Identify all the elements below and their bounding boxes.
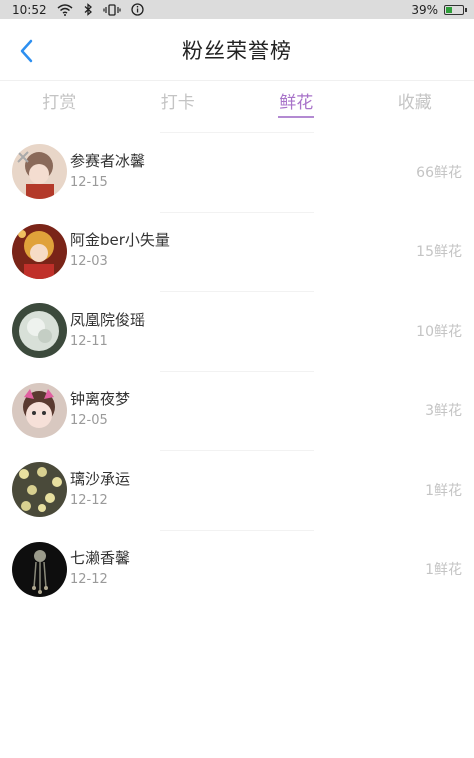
tab-bar: 打赏 打卡 鲜花 收藏 bbox=[0, 82, 474, 120]
battery-icon bbox=[444, 4, 467, 15]
divider bbox=[160, 529, 314, 531]
list-item[interactable]: 璃沙承运 12-12 1鲜花 bbox=[0, 450, 474, 530]
flower-count: 66鲜花 bbox=[416, 164, 462, 181]
flower-count: 10鲜花 bbox=[416, 323, 462, 340]
battery-percent: 39% bbox=[411, 2, 438, 17]
list-item[interactable]: 参赛者冰馨 12-15 66鲜花 bbox=[0, 132, 474, 212]
avatar bbox=[12, 303, 67, 359]
fan-date: 12-15 bbox=[70, 174, 108, 190]
back-button[interactable] bbox=[12, 37, 40, 65]
active-tab-indicator bbox=[278, 116, 315, 118]
avatar bbox=[12, 144, 67, 200]
divider bbox=[160, 291, 314, 292]
avatar bbox=[12, 382, 67, 438]
flower-count: 15鲜花 bbox=[416, 244, 462, 261]
tab-label: 收藏 bbox=[397, 93, 432, 113]
avatar bbox=[12, 223, 67, 279]
tab-label: 鲜花 bbox=[279, 93, 314, 113]
divider bbox=[160, 132, 314, 133]
flower-count: 1鲜花 bbox=[425, 562, 462, 579]
status-bar: 10:52 39% bbox=[0, 0, 474, 19]
tab-checkin[interactable]: 打卡 bbox=[119, 82, 238, 120]
avatar bbox=[12, 462, 67, 518]
list-item[interactable]: 七濑香馨 12-12 1鲜花 bbox=[0, 529, 474, 610]
fan-date: 12-11 bbox=[70, 333, 108, 349]
list-item[interactable]: 钟离夜梦 12-05 3鲜花 bbox=[0, 370, 474, 451]
fan-date: 12-03 bbox=[70, 254, 108, 270]
list-item[interactable]: 阿金ber小失量 12-03 15鲜花 bbox=[0, 211, 474, 292]
bluetooth-icon bbox=[83, 3, 93, 16]
back-arrow-icon bbox=[20, 39, 33, 63]
fan-name: 凤凰院俊瑶 bbox=[70, 310, 146, 329]
tab-label: 打卡 bbox=[160, 93, 195, 113]
fan-name: 参赛者冰馨 bbox=[70, 151, 146, 170]
vibrate-icon bbox=[102, 3, 121, 16]
fan-name: 璃沙承运 bbox=[70, 469, 131, 488]
fan-date: 12-05 bbox=[70, 413, 108, 429]
clock: 10:52 bbox=[12, 2, 47, 17]
avatar bbox=[12, 541, 67, 597]
fan-date: 12-12 bbox=[70, 572, 108, 588]
tab-reward[interactable]: 打赏 bbox=[0, 82, 119, 120]
fan-ranking-list: 参赛者冰馨 12-15 66鲜花 阿金ber小失量 12-03 15鲜花 凤凰院… bbox=[0, 132, 474, 609]
tab-favorites[interactable]: 收藏 bbox=[356, 82, 474, 120]
page-title: 粉丝荣誉榜 bbox=[182, 38, 292, 63]
flower-count: 1鲜花 bbox=[425, 482, 462, 499]
divider bbox=[160, 450, 314, 451]
info-icon bbox=[130, 3, 144, 16]
list-item[interactable]: 凤凰院俊瑶 12-11 10鲜花 bbox=[0, 291, 474, 371]
tab-label: 打赏 bbox=[42, 93, 77, 113]
divider bbox=[160, 370, 314, 372]
tab-flowers[interactable]: 鲜花 bbox=[237, 82, 356, 120]
divider bbox=[160, 211, 314, 213]
fan-name: 阿金ber小失量 bbox=[70, 231, 170, 250]
fan-name: 七濑香馨 bbox=[70, 549, 131, 568]
battery-level bbox=[446, 6, 452, 13]
wifi-icon bbox=[57, 3, 73, 16]
flower-count: 3鲜花 bbox=[425, 403, 462, 420]
fan-name: 钟离夜梦 bbox=[70, 390, 131, 409]
nav-bar: 粉丝荣誉榜 bbox=[0, 19, 474, 81]
fan-date: 12-12 bbox=[70, 492, 108, 508]
